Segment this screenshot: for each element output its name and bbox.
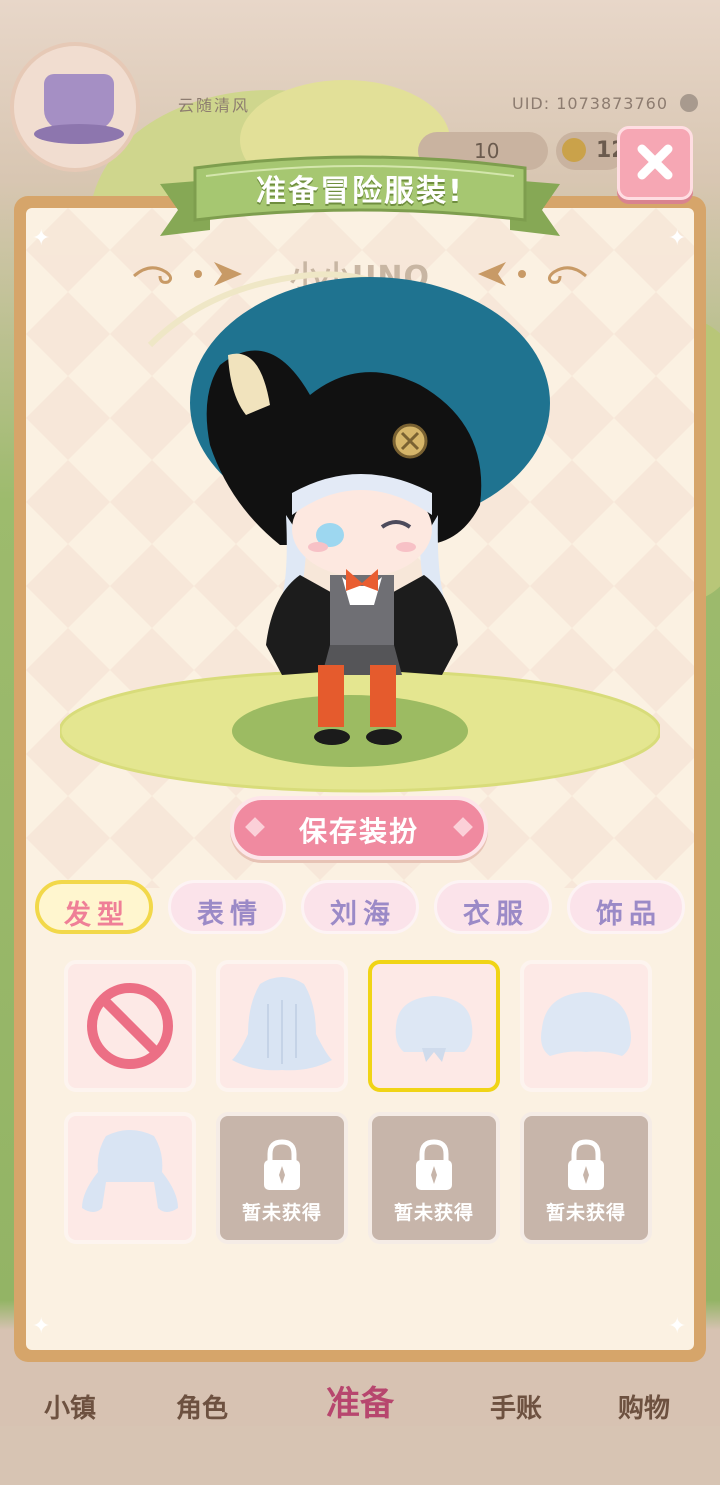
bob-hair-icon — [541, 992, 631, 1056]
locked-label: 暂未获得 — [241, 1202, 322, 1224]
nav-town: 小镇 — [44, 1394, 97, 1424]
locked-label: 暂未获得 — [545, 1202, 626, 1224]
nav-character: 角色 — [176, 1394, 229, 1424]
close-button[interactable] — [617, 126, 693, 200]
hat-icon — [44, 74, 114, 130]
character-preview — [60, 271, 660, 793]
item-none[interactable] — [64, 960, 196, 1092]
short-hair-icon — [395, 996, 473, 1062]
sparkle-icon: ✦ — [668, 1314, 687, 1339]
bottom-navigation: 小镇 角色 准备 手账 购物 — [0, 1366, 720, 1426]
no-entry-icon — [87, 983, 173, 1069]
item-hair-bob[interactable] — [520, 960, 652, 1092]
item-hair-long[interactable] — [216, 960, 348, 1092]
player-uid: UID: 1073873760 — [512, 94, 669, 113]
tab-bangs[interactable]: 刘海 — [301, 880, 419, 934]
player-name: 云随清风 — [178, 96, 251, 115]
modal-title: 准备冒险服装! — [256, 174, 464, 209]
item-locked[interactable]: 暂未获得 — [368, 1112, 500, 1244]
item-hair-pigtails[interactable] — [64, 1112, 196, 1244]
tab-accessories[interactable]: 饰品 — [567, 880, 685, 934]
sparkle-icon: ✦ — [32, 226, 51, 251]
item-hair-short[interactable] — [368, 960, 500, 1092]
tab-expression[interactable]: 表情 — [168, 880, 286, 934]
nav-shop: 购物 — [618, 1394, 671, 1424]
tab-clothes[interactable]: 衣服 — [434, 880, 552, 934]
close-icon — [637, 144, 673, 180]
copy-icon — [680, 94, 698, 112]
tab-hairstyle[interactable]: 发型 — [35, 880, 153, 934]
nav-prepare: 准备 — [326, 1384, 394, 1424]
locked-label: 暂未获得 — [393, 1202, 474, 1224]
player-avatar — [10, 42, 140, 172]
save-outfit-button[interactable]: 保存装扮 — [230, 796, 488, 860]
item-locked[interactable]: 暂未获得 — [216, 1112, 348, 1244]
sparkle-icon: ✦ — [32, 1314, 51, 1339]
nav-journal: 手账 — [490, 1394, 543, 1424]
item-locked[interactable]: 暂未获得 — [520, 1112, 652, 1244]
pigtail-hair-icon — [82, 1130, 178, 1212]
sparkle-icon: ✦ — [668, 226, 687, 251]
long-hair-icon — [232, 977, 332, 1071]
